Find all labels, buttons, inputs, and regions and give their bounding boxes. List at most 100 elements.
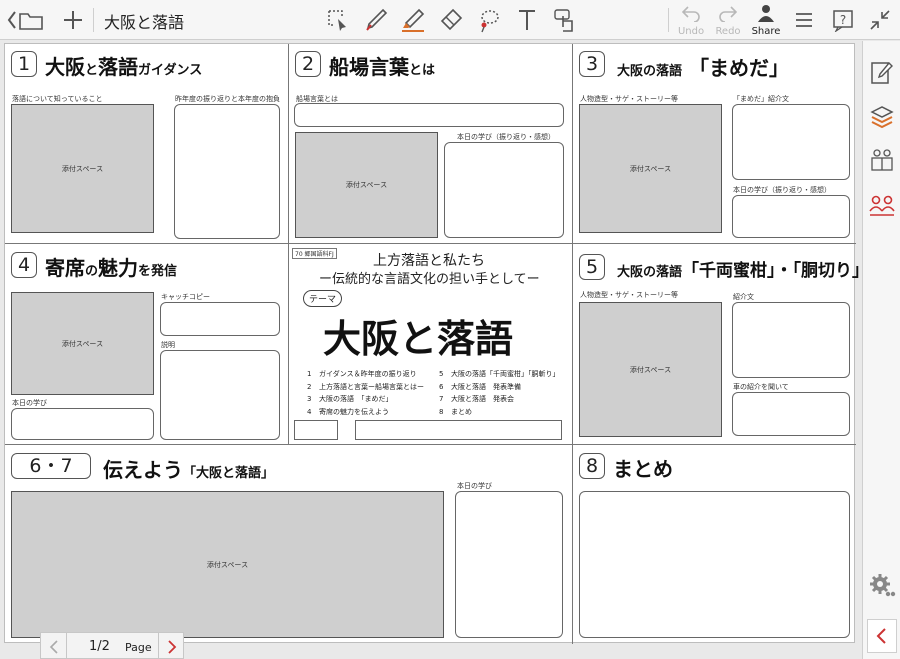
cell-center-cover: 70 郷国語科FJ 上方落語と私たち ー伝統的な言語文化の担い手としてー テーマ… (289, 244, 573, 445)
next-page-button[interactable] (158, 633, 184, 659)
document-title: 大阪と落語 (104, 13, 185, 32)
chevron-right-icon (167, 639, 176, 654)
pen-icon[interactable] (361, 5, 391, 35)
attach-space[interactable]: 添付スペース (579, 302, 722, 437)
class-badge: 70 郷国語科FJ (292, 248, 337, 259)
cell-title: 伝えよう「大阪と落語」 (103, 458, 275, 482)
share-icon (758, 5, 774, 22)
redo-label: Redo (715, 26, 741, 37)
top-toolbar: 大阪と落語 Undo Redo Share ? (0, 0, 900, 40)
attach-space[interactable]: 添付スペース (11, 104, 154, 233)
write-box[interactable] (579, 491, 850, 638)
caption: 本日の学び (12, 399, 47, 407)
lasso-icon[interactable] (322, 5, 352, 35)
redo-icon (719, 6, 738, 23)
write-box[interactable] (294, 103, 564, 127)
caption: キャッチコピー (161, 293, 210, 301)
help-icon[interactable]: ? (828, 5, 858, 35)
cell-number: 6・7 (11, 453, 91, 479)
write-box[interactable] (11, 408, 154, 440)
cell-number: 1 (11, 51, 37, 77)
cell-title: 大阪の落語 「まめだ」 (617, 56, 789, 80)
caption: 落語について知っていること (12, 95, 103, 103)
caption: 車の紹介を聞いて (733, 383, 789, 391)
edit-page-icon[interactable] (867, 57, 897, 87)
share-button[interactable]: Share (748, 4, 784, 38)
cell-4-yose: 4 寄席の魅力を発信 添付スペース キャッチコピー 説明 本日の学び (5, 244, 289, 445)
caption: 人物造型・サゲ・ストーリー等 (580, 291, 678, 299)
attach-space[interactable]: 添付スペース (579, 104, 722, 233)
eraser-icon[interactable] (436, 5, 466, 35)
subtitle-line-1: 上方落語と私たち (373, 253, 485, 269)
write-box[interactable] (444, 142, 564, 238)
write-box[interactable] (174, 104, 280, 239)
write-box[interactable] (732, 195, 850, 238)
menu-icon[interactable] (789, 5, 819, 35)
toc-item: 1 ガイダンス＆昨年度の振り返り (307, 370, 417, 378)
name-box[interactable] (294, 420, 338, 440)
attach-space[interactable]: 添付スペース (295, 132, 438, 238)
page-indicator: 1/2 (89, 639, 110, 654)
toolbar-divider (668, 8, 669, 32)
touch-icon[interactable] (550, 5, 580, 35)
layers-icon[interactable] (867, 101, 897, 131)
write-box[interactable] (732, 302, 850, 378)
shrink-icon[interactable] (865, 5, 895, 35)
write-box[interactable] (160, 350, 280, 440)
subtitle-line-2: ー伝統的な言語文化の担い手としてー (319, 272, 540, 287)
settings-icon[interactable] (867, 571, 897, 601)
redo-button[interactable]: Redo (710, 4, 746, 38)
participants-icon[interactable] (867, 191, 897, 221)
attach-space[interactable]: 添付スペース (11, 491, 444, 638)
highlighter-icon[interactable] (398, 5, 428, 35)
caption: 本日の学び（振り返り・感想） (457, 133, 555, 141)
cell-3-mameda: 3 大阪の落語 「まめだ」 人物造型・サゲ・ストーリー等 「まめだ」紹介文 添付… (573, 44, 856, 244)
toc-left: 1 ガイダンス＆昨年度の振り返り 2 上方落語と言葉ー船場言葉とはー 3 大阪の落語 … (307, 368, 424, 418)
cell-title: 船場言葉とは (329, 55, 436, 79)
write-box[interactable] (455, 491, 563, 638)
undo-button[interactable]: Undo (673, 4, 709, 38)
name-box[interactable] (355, 420, 562, 440)
main-title: 大阪と落語 (323, 317, 514, 361)
caption: 本日の学び (457, 482, 492, 490)
caption: 昨年度の振り返りと本年度の抱負 (175, 95, 280, 103)
collapse-icon[interactable] (867, 619, 897, 653)
toc-item: 8 まとめ (439, 407, 472, 416)
caption: 「まめだ」紹介文 (733, 95, 789, 103)
cell-5-senryo: 5 大阪の落語「千両蜜柑」・「胴切り」 人物造型・サゲ・ストーリー等 紹介文 添… (573, 244, 869, 445)
folder-back-icon[interactable] (6, 5, 46, 35)
cell-title: 大阪と落語ガイダンス (45, 55, 203, 79)
toc-item: 6 大阪と落語 発表準備 (439, 382, 521, 391)
cell-1-guidance: 1 大阪と落語ガイダンス 落語について知っていること 昨年度の振り返りと本年度の… (5, 44, 289, 244)
cell-number: 2 (295, 51, 321, 77)
cell-title: 寄席の魅力を発信 (45, 256, 178, 280)
worksheet-page[interactable]: 1 大阪と落語ガイダンス 落語について知っていること 昨年度の振り返りと本年度の… (4, 43, 869, 644)
cell-number: 4 (11, 252, 37, 278)
cell-6-7-present: 6・7 伝えよう「大阪と落語」 添付スペース 本日の学び (5, 445, 573, 644)
page-navigator: 1/2 Page (40, 632, 184, 659)
cell-number: 8 (579, 453, 605, 479)
toc-item: 5 大阪の落語「千両蜜柑」「胴斬り」 (439, 370, 560, 378)
caption: 本日の学び（振り返り・感想） (733, 186, 831, 194)
write-box[interactable] (732, 104, 850, 180)
svg-text:?: ? (840, 13, 846, 27)
toc-item: 2 上方落語と言葉ー船場言葉とはー (307, 382, 424, 391)
write-box[interactable] (160, 302, 280, 336)
group-icon[interactable] (867, 145, 897, 175)
cell-title: 大阪の落語「千両蜜柑」・「胴切り」 (617, 261, 870, 281)
prev-page-button[interactable] (41, 633, 67, 659)
text-icon[interactable] (512, 5, 542, 35)
toc-right: 5 大阪の落語「千両蜜柑」「胴斬り」 6 大阪と落語 発表準備 7 大阪と落語 発表会… (439, 368, 560, 418)
cell-2-senba: 2 船場言葉とは 船場言葉とは 添付スペース 本日の学び（振り返り・感想） (289, 44, 573, 244)
share-label: Share (751, 26, 781, 37)
toolbar-divider (93, 8, 94, 32)
write-box[interactable] (732, 392, 850, 436)
cell-title: まとめ (613, 457, 673, 481)
attach-space[interactable]: 添付スペース (11, 292, 154, 395)
lasso-select-icon[interactable] (474, 5, 504, 35)
caption: 紹介文 (733, 293, 754, 301)
add-icon[interactable] (58, 5, 88, 35)
undo-label: Undo (677, 26, 705, 37)
toc-item: 3 大阪の落語 「まめだ」 (307, 395, 393, 403)
toc-item: 7 大阪と落語 発表会 (439, 395, 514, 403)
